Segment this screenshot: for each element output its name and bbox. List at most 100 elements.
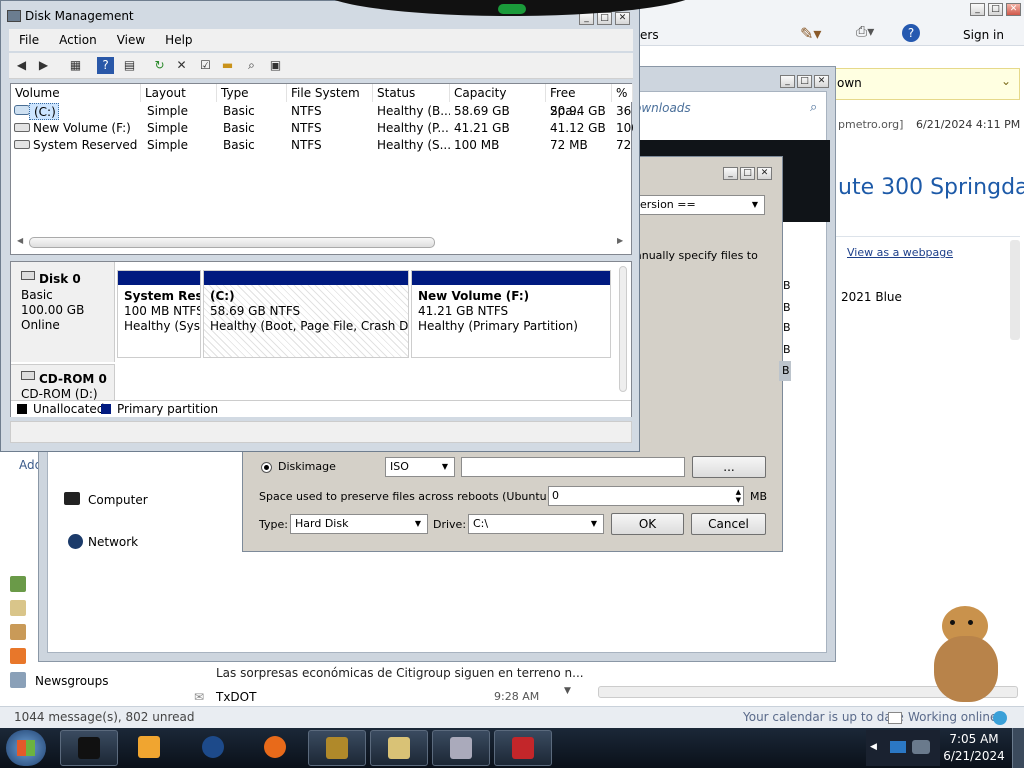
menu-action[interactable]: Action [49,29,107,51]
browse-button[interactable]: ... [692,456,766,478]
disk0-label-panel[interactable]: Disk 0 Basic 100.00 GB Online [11,262,115,362]
title-bar[interactable]: Disk Management [7,5,134,27]
taskbar-item-mail[interactable] [370,730,428,766]
type-label: Type: [259,518,288,531]
menu-help[interactable]: Help [155,29,202,51]
forward-icon[interactable]: ▶ [35,57,52,74]
close-icon[interactable]: ✕ [814,75,829,88]
column-percent[interactable]: % [612,84,633,102]
properties-icon[interactable]: ▤ [121,57,138,74]
horizontal-scrollbar-thumb[interactable] [29,237,435,248]
stepper-arrows-icon[interactable]: ▲ ▼ [736,488,741,504]
manual-option-label[interactable]: anually specify files to [635,249,758,262]
view-as-webpage-link[interactable]: View as a webpage [847,246,953,259]
help-icon[interactable]: ? [902,24,920,42]
space-stepper[interactable]: 0 ▲ ▼ [548,486,744,506]
maximize-icon[interactable]: □ [597,12,612,25]
newsgroups-label[interactable]: Newsgroups [35,674,109,688]
graph-scrollbar[interactable] [619,266,627,392]
signin-link[interactable]: Sign in [963,28,1004,42]
address-path[interactable]: ownloads [634,101,691,115]
help-icon[interactable]: ? [97,57,114,74]
folders-label[interactable]: ers [640,28,659,42]
cancel-button[interactable]: Cancel [691,513,766,535]
taskbar-item-firefox[interactable] [246,730,304,766]
clock-date[interactable]: 6/21/2024 [942,749,1006,763]
reading-pane-scrollbar[interactable] [1010,240,1020,340]
size-label: B [783,321,791,334]
scroll-down-icon[interactable]: ▼ [564,686,571,696]
nav-computer[interactable]: Computer [88,493,148,507]
scroll-right-icon[interactable]: ▶ [617,236,623,245]
partition-c[interactable]: (C:) 58.69 GB NTFS Healthy (Boot, Page F… [203,270,409,358]
taskbar-item-box[interactable] [308,730,366,766]
clock-time[interactable]: 7:05 AM [948,732,1000,746]
maximize-icon[interactable]: □ [797,75,812,88]
checklist-icon[interactable]: ☑ [197,57,214,74]
contacts-icon[interactable] [10,624,26,640]
delete-icon[interactable]: ✕ [173,57,190,74]
network-tray-icon[interactable] [890,741,906,753]
brush-icon[interactable]: ✎▾ [800,24,821,43]
rss-icon[interactable] [10,648,26,664]
disk-icon[interactable]: ▣ [267,57,284,74]
message-list-sender[interactable]: TxDOT [216,690,256,704]
message-sender: pmetro.org] [838,118,904,131]
minimize-icon[interactable]: _ [723,167,738,180]
refresh-icon[interactable]: ↻ [151,57,168,74]
menu-view[interactable]: View [107,29,155,51]
start-button[interactable] [6,730,46,766]
ok-button[interactable]: OK [611,513,684,535]
info-bar[interactable]: own ⌄ [826,68,1020,100]
close-icon[interactable]: ✕ [1006,3,1021,16]
column-free-space[interactable]: Free Spa... [546,84,612,118]
partition-f[interactable]: New Volume (F:) 41.21 GB NTFS Healthy (P… [411,270,611,358]
show-hidden-icons-icon[interactable]: ◀ [870,742,877,752]
print-icon[interactable]: ⎙▾ [856,24,874,40]
column-layout[interactable]: Layout [141,84,217,102]
hamster-gadget-icon[interactable] [930,606,1004,702]
radio-icon[interactable] [261,462,272,473]
close-icon[interactable]: ✕ [615,12,630,25]
chevron-down-icon[interactable]: ⌄ [1001,74,1011,88]
minimize-icon[interactable]: _ [780,75,795,88]
taskbar-item-media-player[interactable] [120,730,178,766]
taskbar-item-globe[interactable] [184,730,242,766]
camera-tray-icon[interactable] [912,740,930,754]
folder-icon[interactable]: ▬ [219,57,236,74]
minimize-icon[interactable]: _ [970,3,985,16]
column-capacity[interactable]: Capacity [450,84,546,102]
column-file-system[interactable]: File System [287,84,373,102]
scroll-left-icon[interactable]: ◀ [17,236,23,245]
column-type[interactable]: Type [217,84,287,102]
column-volume[interactable]: Volume [11,84,141,102]
drive-select[interactable]: C:\ ▼ [468,514,604,534]
type-select[interactable]: Hard Disk ▼ [290,514,428,534]
cdrom-label-panel[interactable]: CD-ROM 0 CD-ROM (D:) [11,364,115,401]
column-status[interactable]: Status [373,84,450,102]
image-path-field[interactable] [461,457,685,477]
back-icon[interactable]: ◀ [13,57,30,74]
version-select[interactable]: ersion == ▼ [635,195,765,215]
message-list-subject[interactable]: Las sorpresas económicas de Citigroup si… [216,666,584,680]
taskbar-item-toolbox[interactable] [494,730,552,766]
taskbar-item-rocket[interactable] [432,730,490,766]
close-icon[interactable]: ✕ [757,167,772,180]
chevron-down-icon: ▼ [590,519,598,528]
taskbar-item-disk-management[interactable] [60,730,118,766]
image-format-select[interactable]: ISO ▼ [385,457,455,477]
menu-file[interactable]: File [9,29,49,51]
calendar-icon[interactable] [10,600,26,616]
maximize-icon[interactable]: □ [988,3,1003,16]
console-tree-icon[interactable]: ▦ [67,57,84,74]
partition-system-reserved[interactable]: System Rese 100 MB NTFS Healthy (Syst [117,270,201,358]
newsgroups-icon[interactable] [10,672,26,688]
search-icon[interactable]: ⌕ [810,100,817,115]
show-desktop-button[interactable] [1012,728,1024,768]
search-icon[interactable]: ⌕ [243,57,260,74]
diskimage-label[interactable]: Diskimage [278,460,336,473]
nav-network[interactable]: Network [88,535,138,549]
maximize-icon[interactable]: □ [740,167,755,180]
envelope-icon: ✉ [194,690,205,704]
mail-icon[interactable] [10,576,26,592]
